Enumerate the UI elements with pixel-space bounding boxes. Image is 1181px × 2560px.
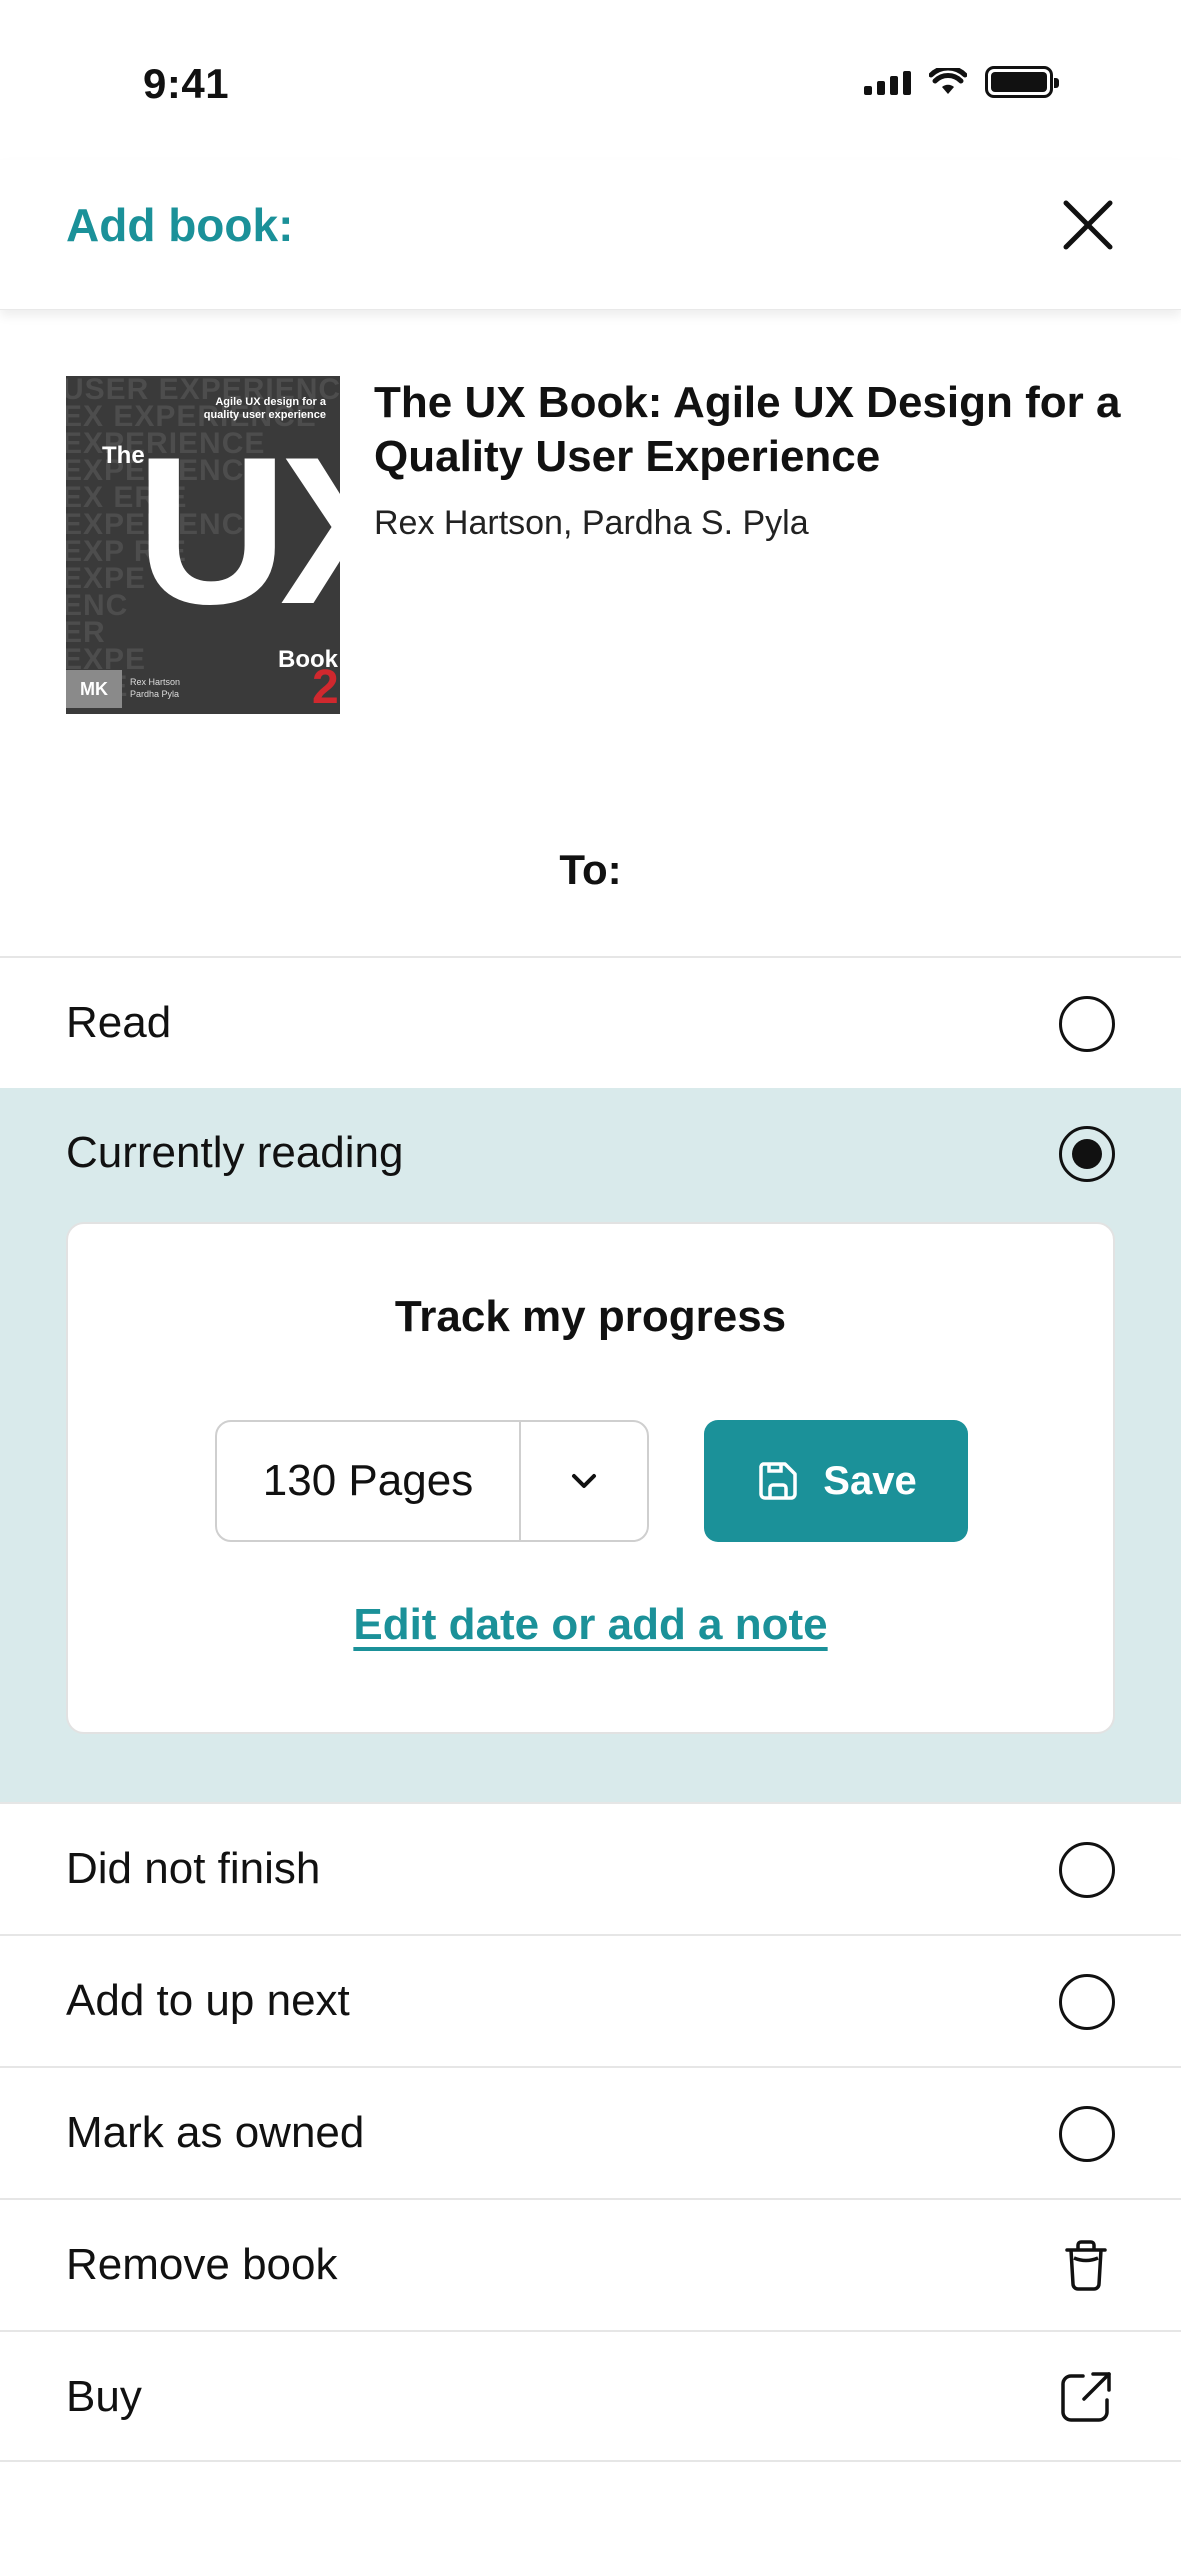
status-bar: 9:41	[0, 0, 1181, 160]
cellular-signal-icon	[864, 69, 911, 95]
option-add-to-up-next[interactable]: Add to up next	[0, 1934, 1181, 2066]
edit-date-note-link[interactable]: Edit date or add a note	[68, 1600, 1113, 1650]
status-icons	[864, 66, 1059, 98]
pages-value: 130 Pages	[217, 1422, 521, 1540]
option-remove-book[interactable]: Remove book	[0, 2198, 1181, 2330]
status-time: 9:41	[143, 60, 230, 107]
list-bottom-divider	[0, 2460, 1181, 2462]
radio-button-selected[interactable]	[1059, 1126, 1115, 1182]
chevron-down-icon[interactable]	[521, 1422, 647, 1540]
progress-title: Track my progress	[394, 1292, 787, 1341]
book-authors: Rex Hartson, Pardha S. Pyla	[374, 504, 809, 542]
to-label: To:	[559, 846, 622, 893]
header-title: Add book:	[66, 199, 294, 251]
option-label: Did not finish	[66, 1844, 321, 1893]
header: Add book:	[0, 160, 1181, 310]
wifi-icon	[929, 68, 967, 94]
option-label: Remove book	[66, 2240, 338, 2289]
pages-select[interactable]: 130 Pages	[215, 1420, 649, 1542]
option-label: Read	[66, 998, 172, 1047]
option-label: Mark as owned	[66, 2108, 365, 2157]
radio-button[interactable]	[1059, 1842, 1115, 1898]
option-label: Add to up next	[66, 1976, 350, 2025]
save-button[interactable]: Save	[704, 1420, 968, 1542]
option-read[interactable]: Read	[0, 956, 1181, 1088]
trash-icon[interactable]	[1057, 2236, 1115, 2294]
radio-button[interactable]	[1059, 996, 1115, 1052]
option-label: Currently reading	[66, 1128, 404, 1177]
progress-card: Track my progress 130 Pages Save Edit da…	[66, 1222, 1115, 1734]
option-currently-reading[interactable]: Currently reading Track my progress 130 …	[0, 1088, 1181, 1802]
save-icon	[759, 1462, 798, 1500]
external-link-icon[interactable]	[1057, 2368, 1115, 2426]
close-icon[interactable]	[1061, 198, 1115, 252]
book-cover: USER EXPERIENCE EX EXPERIENCE EXPERIENCE…	[66, 376, 340, 714]
battery-icon	[985, 66, 1059, 98]
option-mark-as-owned[interactable]: Mark as owned	[0, 2066, 1181, 2198]
radio-button[interactable]	[1059, 2106, 1115, 2162]
book-title: The UX Book: Agile UX Design for a Quali…	[374, 378, 1121, 481]
save-label: Save	[823, 1458, 917, 1503]
option-buy[interactable]: Buy	[0, 2330, 1181, 2462]
option-label: Buy	[66, 2372, 142, 2421]
option-did-not-finish[interactable]: Did not finish	[0, 1802, 1181, 1934]
radio-button[interactable]	[1059, 1974, 1115, 2030]
